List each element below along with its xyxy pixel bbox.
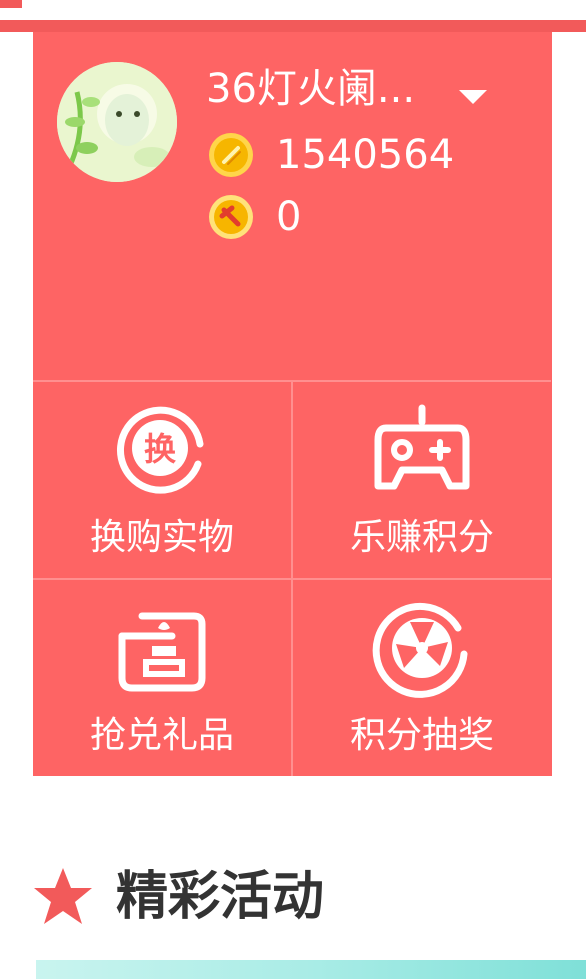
top-bar — [0, 0, 586, 20]
gift-icon — [118, 612, 206, 692]
menu-label: 积分抽奖 — [349, 715, 494, 756]
points-count: 0 — [276, 194, 302, 240]
user-card: 36灯火阑... 1540564 0 换 换购实物 乐赚积分 抢兑礼品 积分抽奖 — [33, 32, 552, 776]
points-balance: 0 — [208, 192, 301, 242]
top-accent-line — [0, 20, 586, 32]
grid-divider — [291, 380, 293, 776]
menu-earn-points[interactable]: 乐赚积分 — [293, 380, 551, 577]
star-icon — [34, 868, 92, 924]
menu-redeem-gifts[interactable]: 抢兑礼品 — [33, 578, 291, 775]
avatar-image — [57, 62, 177, 182]
activity-banner[interactable] — [36, 960, 586, 979]
coin-count: 1540564 — [276, 132, 455, 178]
gamepad-icon — [374, 404, 470, 490]
exchange-icon: 换 — [116, 406, 204, 494]
menu-exchange-goods[interactable]: 换 换购实物 — [33, 380, 291, 577]
exchange-glyph: 换 — [144, 430, 176, 468]
section-title: 精彩活动 — [116, 867, 325, 927]
menu-label: 乐赚积分 — [349, 517, 494, 558]
coin-balance: 1540564 — [208, 130, 454, 180]
gold-coin-icon — [209, 133, 253, 177]
menu-points-lottery[interactable]: 积分抽奖 — [293, 578, 551, 775]
top-accent — [0, 0, 22, 8]
ticket-coin-icon — [209, 195, 253, 239]
username[interactable]: 36灯火阑... — [206, 66, 415, 112]
avatar[interactable] — [57, 62, 177, 182]
lottery-wheel-icon — [372, 602, 468, 698]
chevron-down-icon[interactable] — [457, 86, 489, 106]
menu-label: 换购实物 — [89, 517, 234, 558]
menu-label: 抢兑礼品 — [89, 715, 234, 756]
